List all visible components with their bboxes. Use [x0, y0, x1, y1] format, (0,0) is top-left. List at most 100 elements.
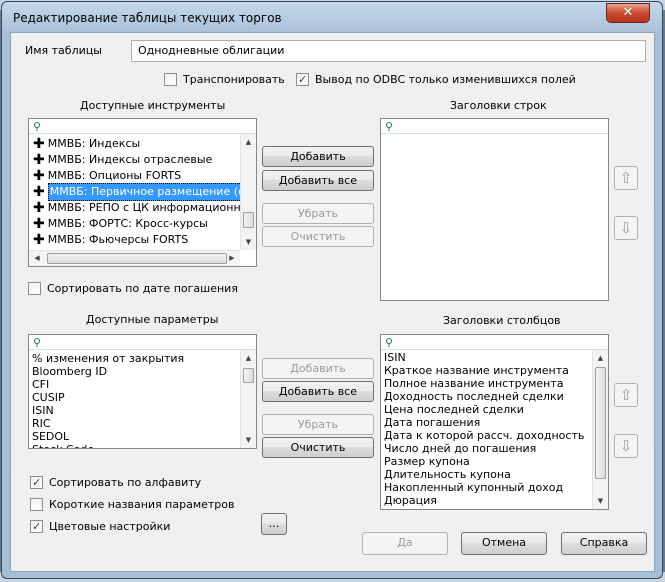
add-all-parameters-button[interactable]: Добавить все [262, 381, 374, 402]
column-header-item[interactable]: Дата к которой рассч. доходность [381, 429, 592, 442]
scroll-right-icon[interactable]: ▶ [224, 251, 240, 266]
close-button[interactable]: ✕ [606, 3, 650, 23]
plus-icon[interactable]: ✚ [33, 137, 45, 151]
column-header-item[interactable]: Дюрация [381, 494, 592, 507]
sort-alpha-checkbox-box[interactable] [30, 476, 43, 489]
column-header-item[interactable]: Полное название инструмента [381, 377, 592, 390]
instrument-item[interactable]: ✚ ММВБ: РЕПО с ЦК информационный [29, 200, 256, 216]
instrument-item[interactable]: ✚ ММВБ: Индексы отраслевые [29, 152, 240, 168]
instruments-list[interactable]: ⚲ ✚ ММВБ: Индексы ✚ ММВБ: Индексы отраслевы… [28, 118, 257, 267]
parameter-item[interactable]: CUSIP [29, 391, 240, 404]
instruments-vscrollbar[interactable]: ▲ ▼ [240, 134, 256, 250]
instrument-item[interactable]: ✚ ММВБ: Первичное размещение (облиг [29, 183, 256, 201]
transpose-checkbox[interactable]: Транспонировать [164, 73, 285, 86]
arrow-down-icon: ⇩ [619, 437, 633, 455]
parameters-search[interactable]: ⚲ [29, 335, 256, 350]
column-header-item[interactable]: Длительность купона [381, 468, 592, 481]
clear-instruments-button[interactable]: Очистить [262, 226, 374, 247]
plus-icon[interactable]: ✚ [33, 217, 45, 231]
instrument-item-label: ММВБ: РЕПО с ЦК информационный [47, 201, 257, 214]
table-name-label: Имя таблицы [25, 44, 102, 57]
instrument-item-label: ММВБ: Фьючерсы FORTS [47, 233, 189, 246]
plus-icon[interactable]: ✚ [33, 153, 45, 167]
column-header-item[interactable]: Накопленный купонный доход [381, 481, 592, 494]
column-header-item[interactable]: Цена последней сделки [381, 403, 592, 416]
sort-by-maturity-label: Сортировать по дате погашения [47, 282, 238, 295]
parameters-rows: % изменения от закрытия Bloomberg ID CFI CU… [29, 352, 240, 448]
short-names-label: Короткие названия параметров [49, 498, 235, 511]
instrument-item[interactable]: ✚ ММВБ: Опционы FORTS [29, 168, 240, 184]
instrument-item[interactable]: ✚ ММВБ: Фьючерсы FORTS [29, 232, 240, 248]
column-headers-vscrollbar[interactable]: ▲ ▼ [592, 350, 608, 509]
column-header-item[interactable]: Число дней до погашения [381, 442, 592, 455]
column-headers-vscroll-thumb[interactable] [595, 367, 606, 479]
add-parameter-button[interactable]: Добавить [262, 358, 374, 379]
plus-icon[interactable]: ✚ [33, 169, 45, 183]
parameter-item[interactable]: Bloomberg ID [29, 365, 240, 378]
column-move-down-button[interactable]: ⇩ [614, 434, 638, 458]
instruments-vscroll-thumb[interactable] [243, 212, 254, 228]
instruments-search[interactable]: ⚲ [29, 119, 256, 134]
instrument-item-label: ММВБ: Индексы отраслевые [47, 153, 213, 166]
short-names-checkbox-box[interactable] [30, 498, 43, 511]
parameter-item[interactable]: Stock Code [29, 443, 240, 448]
instruments-hscrollbar[interactable]: ◀ ▶ [29, 250, 240, 266]
search-icon: ⚲ [385, 120, 394, 133]
clear-parameters-button[interactable]: Очистить [262, 437, 374, 458]
column-header-item[interactable]: Дата погашения [381, 416, 592, 429]
parameters-vscroll-thumb[interactable] [243, 368, 254, 383]
sort-by-maturity-checkbox[interactable]: Сортировать по дате погашения [28, 282, 238, 295]
column-header-item[interactable]: Размер купона [381, 455, 592, 468]
instrument-item[interactable]: ✚ ММВБ: ФОРТС: Кросс-курсы [29, 216, 240, 232]
scroll-left-icon[interactable]: ◀ [29, 251, 45, 266]
scroll-up-icon[interactable]: ▲ [241, 350, 256, 366]
instruments-header: Доступные инструменты [80, 99, 226, 112]
parameter-item[interactable]: ISIN [29, 404, 240, 417]
scroll-up-icon[interactable]: ▲ [593, 350, 608, 366]
column-header-item[interactable]: Краткое название инструмента [381, 364, 592, 377]
odbc-changed-checkbox[interactable]: Вывод по ODBC только изменившихся полей [296, 73, 576, 86]
instrument-item-label: ММВБ: Опционы FORTS [47, 169, 182, 182]
plus-icon[interactable]: ✚ [33, 185, 45, 199]
column-header-item[interactable]: ISIN [381, 351, 592, 364]
table-name-input[interactable]: Однодневные облигации [131, 40, 646, 62]
instrument-item[interactable]: ✚ ММВБ: Индексы [29, 136, 240, 152]
help-button[interactable]: Справка [561, 532, 647, 555]
column-header-item[interactable]: Доходность последней сделки [381, 390, 592, 403]
row-headers-search[interactable]: ⚲ [381, 119, 608, 134]
row-move-down-button[interactable]: ⇩ [614, 216, 638, 240]
column-headers-search[interactable]: ⚲ [381, 335, 608, 350]
short-names-checkbox[interactable]: Короткие названия параметров [30, 498, 235, 511]
transpose-checkbox-box[interactable] [164, 73, 177, 86]
parameter-item[interactable]: SEDOL [29, 430, 240, 443]
remove-instrument-button[interactable]: Убрать [262, 203, 374, 224]
row-move-up-button[interactable]: ⇧ [614, 166, 638, 190]
plus-icon[interactable]: ✚ [33, 201, 45, 215]
column-headers-list[interactable]: ⚲ ISIN Краткое название инструмента Полное… [380, 334, 609, 510]
add-all-instruments-button[interactable]: Добавить все [262, 170, 374, 191]
plus-icon[interactable]: ✚ [33, 233, 45, 247]
color-settings-checkbox-box[interactable] [30, 520, 43, 533]
scroll-down-icon[interactable]: ▼ [241, 234, 256, 250]
scroll-up-icon[interactable]: ▲ [241, 134, 256, 150]
row-headers-list[interactable]: ⚲ [380, 118, 609, 301]
remove-parameter-button[interactable]: Убрать [262, 414, 374, 435]
instruments-hscroll-thumb[interactable] [47, 253, 227, 264]
odbc-changed-checkbox-box[interactable] [296, 73, 309, 86]
parameter-item[interactable]: RIC [29, 417, 240, 430]
ok-button[interactable]: Да [362, 532, 448, 555]
scroll-down-icon[interactable]: ▼ [593, 493, 608, 509]
sort-alpha-checkbox[interactable]: Сортировать по алфавиту [30, 476, 201, 489]
add-instrument-button[interactable]: Добавить [262, 146, 374, 167]
column-move-up-button[interactable]: ⇧ [614, 383, 638, 407]
parameters-list[interactable]: ⚲ % изменения от закрытия Bloomberg ID CFI… [28, 334, 257, 449]
parameters-vscrollbar[interactable]: ▲ ▼ [240, 350, 256, 448]
scroll-down-icon[interactable]: ▼ [241, 432, 256, 448]
parameter-item[interactable]: CFI [29, 378, 240, 391]
cancel-button[interactable]: Отмена [461, 532, 547, 555]
sort-by-maturity-checkbox-box[interactable] [28, 282, 41, 295]
color-settings-more-button[interactable]: ... [261, 513, 287, 535]
column-header-item[interactable]: Н [381, 507, 592, 509]
color-settings-checkbox[interactable]: Цветовые настройки [30, 520, 170, 533]
parameter-item[interactable]: % изменения от закрытия [29, 352, 240, 365]
